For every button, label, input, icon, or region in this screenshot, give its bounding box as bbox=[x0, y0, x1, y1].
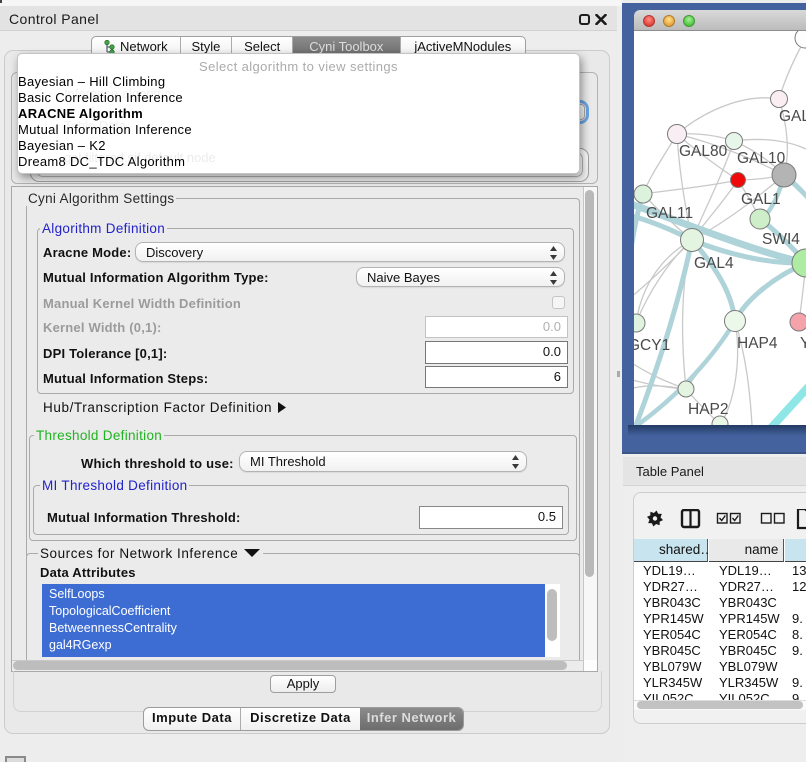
svg-text:HAP2: HAP2 bbox=[688, 401, 729, 418]
svg-text:GAL11: GAL11 bbox=[646, 205, 693, 222]
svg-text:GAL1: GAL1 bbox=[741, 191, 781, 208]
svg-text:HAP4: HAP4 bbox=[737, 335, 778, 352]
svg-text:GAL10: GAL10 bbox=[737, 150, 786, 167]
svg-text:GCY1: GCY1 bbox=[634, 337, 670, 354]
svg-text:SWI4: SWI4 bbox=[762, 231, 800, 248]
svg-text:GAL: GAL bbox=[779, 108, 806, 125]
svg-text:GAL80: GAL80 bbox=[679, 143, 728, 160]
svg-text:GAL4: GAL4 bbox=[694, 255, 734, 272]
svg-text:Y: Y bbox=[800, 335, 806, 352]
